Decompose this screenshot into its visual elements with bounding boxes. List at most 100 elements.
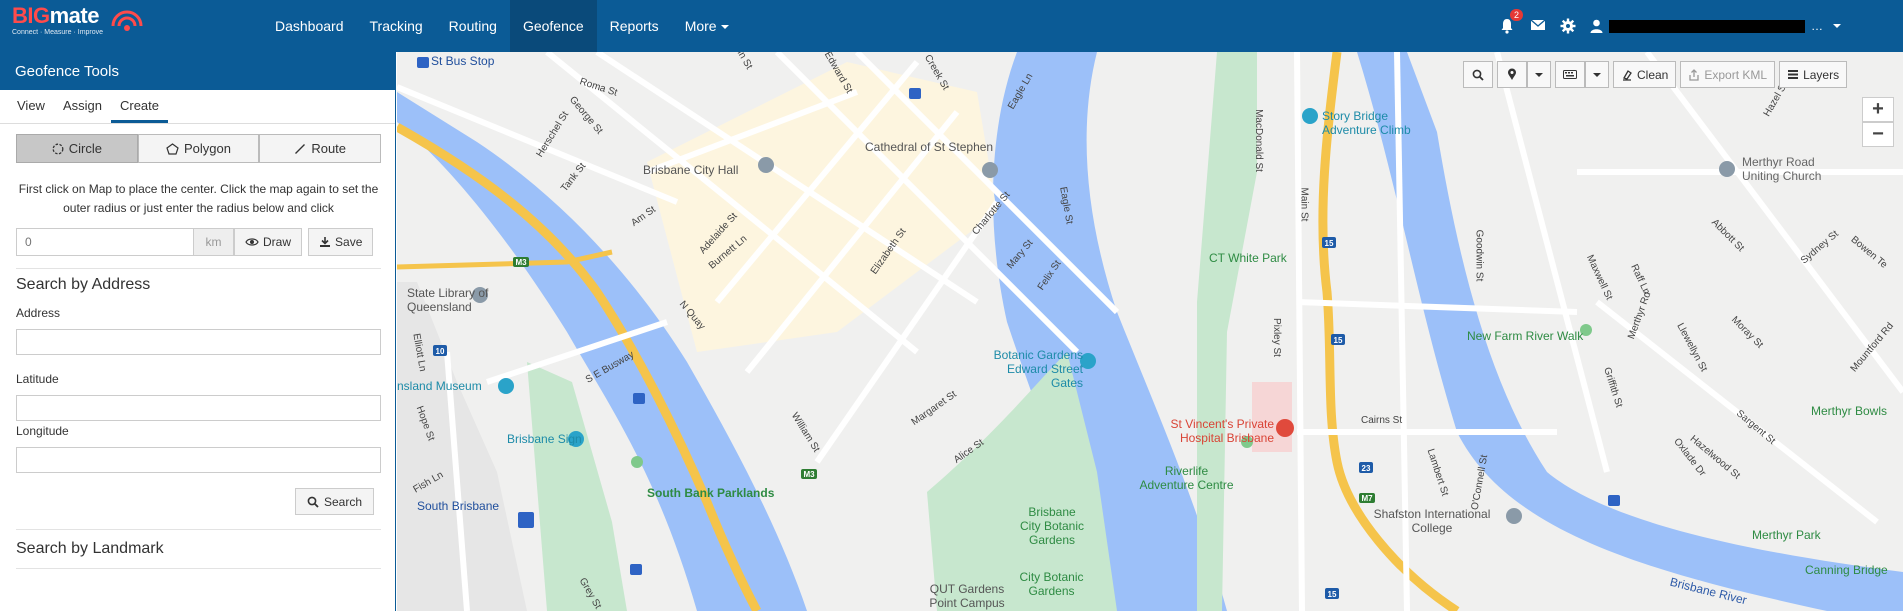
- clean-label: Clean: [1637, 67, 1669, 82]
- poi-label[interactable]: Merthyr Park: [1752, 528, 1821, 542]
- latitude-input[interactable]: [16, 395, 381, 421]
- export-kml-button[interactable]: Export KML: [1680, 61, 1776, 88]
- settings-button[interactable]: [1560, 18, 1576, 34]
- poi-label[interactable]: nsland Museum: [397, 379, 482, 393]
- brand-name-part1: BIG: [12, 3, 50, 28]
- poi-label[interactable]: Story Bridge Adventure Climb: [1322, 109, 1412, 137]
- poi-label[interactable]: State Library of Queensland: [407, 286, 497, 314]
- poi-label[interactable]: Cathedral of St Stephen: [865, 140, 993, 154]
- chevron-down-icon: [1833, 24, 1841, 28]
- brand-name-part2: mate: [49, 3, 100, 28]
- street-label: Pixley St: [1270, 318, 1282, 357]
- poi-label[interactable]: Merthyr Road Uniting Church: [1742, 155, 1837, 183]
- nav-tracking[interactable]: Tracking: [357, 0, 436, 52]
- layers-label: Layers: [1803, 67, 1840, 82]
- chevron-down-icon: [720, 25, 729, 30]
- search-icon: [1472, 69, 1484, 81]
- poi-label[interactable]: South Bank Parklands: [647, 486, 774, 500]
- nav-dashboard[interactable]: Dashboard: [262, 0, 357, 52]
- svg-text:10: 10: [436, 347, 445, 356]
- map-canvas[interactable]: M3 M3 15 15 15 23 M7 10 St Bus Stop Stor…: [397, 52, 1903, 611]
- address-label: Address: [16, 306, 61, 320]
- map-marker-button[interactable]: [1497, 61, 1527, 88]
- poi-label[interactable]: Botanic Gardens Edward Street Gates: [983, 348, 1083, 390]
- search-by-address-title: Search by Address: [16, 276, 151, 293]
- tab-assign[interactable]: Assign: [54, 90, 111, 123]
- tab-view[interactable]: View: [8, 90, 54, 123]
- user-menu[interactable]: …: [1590, 19, 1841, 33]
- draw-label: Draw: [263, 235, 292, 249]
- poi-label[interactable]: South Brisbane: [417, 499, 499, 513]
- street-label: Goodwin St: [1473, 229, 1485, 282]
- search-label: Search: [323, 494, 363, 509]
- map-pin-icon: [1508, 68, 1516, 80]
- svg-text:15: 15: [1334, 336, 1343, 345]
- search-icon: [307, 496, 319, 508]
- clean-button[interactable]: Clean: [1613, 61, 1677, 88]
- poi-label[interactable]: Brisbane Sign: [507, 432, 582, 446]
- circle-shape-button[interactable]: Circle: [16, 134, 138, 163]
- map-toolbar: Clean Export KML Layers: [1463, 61, 1848, 88]
- header-actions: 2 …: [1500, 0, 1841, 52]
- route-shape-button[interactable]: Route: [259, 134, 382, 163]
- tab-create[interactable]: Create: [110, 90, 169, 123]
- layers-button[interactable]: Layers: [1779, 61, 1848, 88]
- user-ellipsis: …: [1811, 19, 1823, 33]
- map-search-button[interactable]: [1463, 61, 1493, 88]
- divider: [16, 268, 381, 269]
- street-label: Main St: [1298, 187, 1310, 222]
- brand-logo[interactable]: BIGmate Connect · Measure · Improve: [12, 4, 152, 48]
- keyboard-icon: [1563, 70, 1577, 79]
- marker-dropdown-button[interactable]: [1527, 61, 1551, 88]
- polygon-shape-button[interactable]: Polygon: [137, 134, 260, 163]
- nav-more[interactable]: More: [672, 0, 742, 52]
- chevron-down-icon: [1593, 72, 1601, 77]
- poi-label[interactable]: Canning Bridge: [1805, 563, 1888, 577]
- nav-reports[interactable]: Reports: [597, 0, 672, 52]
- signal-icon: [111, 10, 143, 31]
- radius-row: km Draw Save: [16, 228, 374, 256]
- nav-routing[interactable]: Routing: [436, 0, 510, 52]
- svg-text:15: 15: [1325, 239, 1334, 248]
- poi-label[interactable]: Shafston International College: [1372, 507, 1492, 535]
- poi-label[interactable]: Riverlife Adventure Centre: [1139, 464, 1234, 492]
- user-icon: [1590, 19, 1603, 33]
- zoom-out-button[interactable]: −: [1862, 122, 1894, 147]
- poi-label[interactable]: St Vincent's Private Hospital Brisbane: [1149, 417, 1274, 445]
- poi-label[interactable]: Brisbane City Hall: [643, 163, 738, 177]
- notifications-button[interactable]: 2: [1500, 9, 1524, 34]
- radius-input[interactable]: [16, 228, 194, 256]
- poi-label[interactable]: Merthyr Bowls: [1811, 404, 1887, 418]
- divider: [16, 568, 381, 569]
- gear-icon: [1560, 18, 1576, 34]
- bell-icon: [1501, 19, 1513, 34]
- poi-label[interactable]: New Farm River Walk: [1467, 329, 1583, 343]
- route-shape-label: Route: [311, 141, 347, 156]
- street-label: MacDonald St: [1252, 109, 1264, 172]
- export-kml-label: Export KML: [1704, 67, 1768, 82]
- nav-geofence[interactable]: Geofence: [509, 0, 597, 52]
- svg-text:15: 15: [1328, 590, 1337, 599]
- zoom-in-button[interactable]: +: [1862, 97, 1894, 122]
- map-keyboard-button[interactable]: [1555, 61, 1585, 88]
- keyboard-dropdown-button[interactable]: [1585, 61, 1609, 88]
- poi-label[interactable]: City Botanic Gardens: [1014, 570, 1089, 598]
- poi-label[interactable]: Brisbane City Botanic Gardens: [1017, 505, 1087, 547]
- divider: [16, 529, 381, 530]
- circle-dashed-icon: [52, 143, 64, 154]
- poi-label[interactable]: St Bus Stop: [431, 54, 494, 68]
- geofence-tools-panel: Geofence Tools View Assign Create Circle…: [0, 52, 396, 611]
- search-by-landmark-title: Search by Landmark: [16, 540, 164, 557]
- draw-button[interactable]: Draw: [234, 228, 303, 256]
- download-icon: [320, 237, 331, 247]
- svg-text:M3: M3: [803, 470, 815, 479]
- poi-label[interactable]: QUT Gardens Point Campus: [917, 582, 1017, 610]
- longitude-input[interactable]: [16, 447, 381, 473]
- search-button[interactable]: Search: [295, 488, 374, 515]
- street-label: Cairns St: [1361, 415, 1403, 426]
- address-input[interactable]: [16, 329, 381, 355]
- save-button[interactable]: Save: [308, 228, 374, 256]
- messages-button[interactable]: [1530, 18, 1546, 34]
- eraser-icon: [1623, 69, 1632, 81]
- poi-label[interactable]: CT White Park: [1209, 251, 1287, 265]
